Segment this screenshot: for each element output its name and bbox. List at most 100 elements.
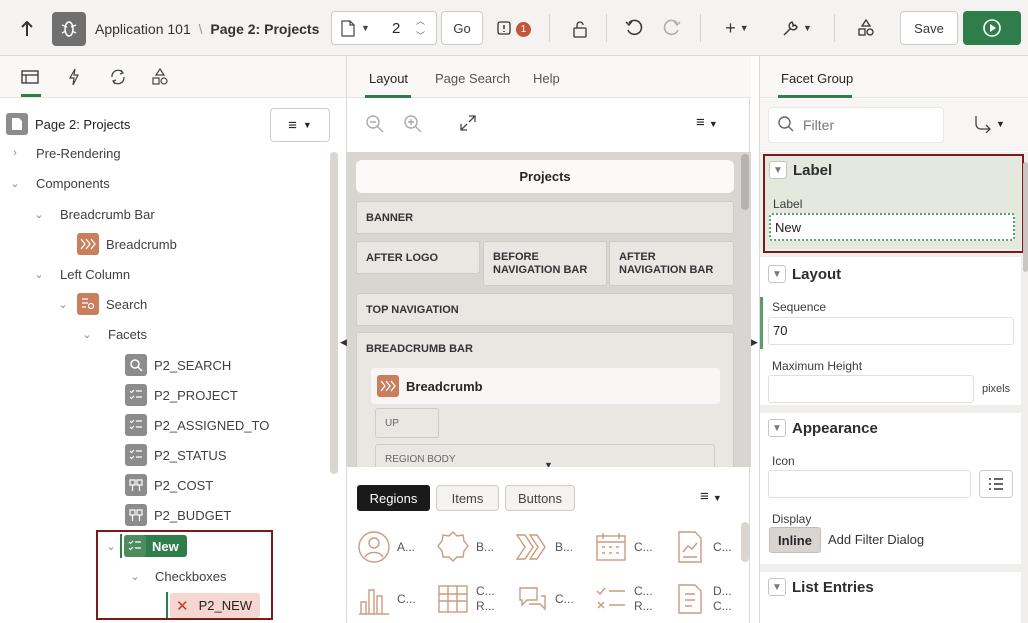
up-arrow-icon[interactable]: [14, 16, 40, 42]
tree-item-p2-budget[interactable]: P2_BUDGET: [125, 500, 231, 530]
expand-icon[interactable]: [460, 115, 476, 134]
save-button[interactable]: Save: [900, 11, 958, 45]
max-height-input[interactable]: [768, 375, 974, 403]
section-layout-header[interactable]: ▼ Layout: [768, 265, 841, 283]
canvas-scrollbar[interactable]: [741, 154, 749, 210]
chevron-down-icon[interactable]: ⌄: [80, 328, 94, 341]
zoom-out-icon[interactable]: [365, 114, 385, 137]
tree-node-new-group[interactable]: ⌄ New: [104, 531, 187, 561]
issues-button[interactable]: 1: [494, 16, 534, 42]
gallery-item-checklist[interactable]: C... R...: [594, 582, 653, 616]
chevron-down-icon[interactable]: ▼: [361, 23, 370, 33]
tree-node-breadcrumb[interactable]: Breadcrumb: [77, 229, 177, 259]
position-after-logo[interactable]: AFTER LOGO: [356, 241, 480, 274]
position-banner[interactable]: BANNER: [356, 201, 734, 234]
tree-node-left-column[interactable]: ⌄ Left Column: [32, 259, 130, 289]
icon-picker-button[interactable]: [979, 470, 1013, 498]
tree-node-facets[interactable]: ⌄ Facets: [80, 319, 147, 349]
redo-icon[interactable]: [660, 16, 684, 40]
undo-icon[interactable]: [622, 16, 646, 40]
create-menu-button[interactable]: + ▼: [720, 16, 754, 40]
position-after-nav[interactable]: AFTER NAVIGATION BAR: [609, 241, 734, 286]
rendering-icon[interactable]: [16, 66, 44, 88]
filter-input[interactable]: Filter: [768, 107, 944, 143]
zoom-in-icon[interactable]: [403, 114, 423, 137]
gallery-item-comments[interactable]: C...: [515, 582, 574, 616]
icon-input[interactable]: [768, 470, 971, 498]
section-appearance-header[interactable]: ▼ Appearance: [768, 419, 878, 437]
run-page-button[interactable]: [963, 11, 1021, 45]
tab-page-search[interactable]: Page Search: [435, 71, 510, 86]
tree-scrollbar[interactable]: [330, 152, 338, 474]
tab-layout[interactable]: Layout: [369, 71, 408, 86]
chevron-right-icon[interactable]: ›: [8, 147, 22, 159]
app-icon[interactable]: [52, 12, 86, 46]
page-title-box[interactable]: Projects: [356, 160, 734, 193]
tree-node-search[interactable]: ⌄ Search: [56, 289, 147, 319]
property-scrollbar[interactable]: [1023, 162, 1028, 272]
tree-item-p2-search[interactable]: P2_SEARCH: [125, 350, 231, 380]
collapse-left-icon[interactable]: ◀: [340, 337, 347, 348]
gallery-scrollbar[interactable]: [741, 522, 749, 562]
chevron-down-icon[interactable]: ▼: [768, 419, 786, 437]
tree-item-p2-assigned-to[interactable]: P2_ASSIGNED_TO: [125, 410, 269, 440]
scroll-down-icon[interactable]: ▼: [544, 460, 553, 467]
layout-menu-button[interactable]: ≡ ▼: [696, 114, 718, 131]
shared-components-icon[interactable]: [146, 66, 174, 88]
page-number-input[interactable]: 2: [392, 20, 400, 37]
breadcrumb-region[interactable]: Breadcrumb: [371, 368, 720, 404]
tree-node-pre-rendering[interactable]: › Pre-Rendering: [8, 138, 120, 168]
gallery-item-dynamic-content[interactable]: D... C...: [673, 582, 732, 616]
gallery-item-chart[interactable]: C...: [673, 530, 732, 564]
gallery-tab-regions[interactable]: Regions: [357, 485, 430, 511]
position-top-nav[interactable]: TOP NAVIGATION: [356, 293, 734, 326]
go-button[interactable]: Go: [441, 11, 483, 45]
tree-item-p2-new[interactable]: ✕ P2_NEW: [170, 593, 261, 618]
increment-icon[interactable]: ︿: [416, 14, 425, 27]
chevron-down-icon[interactable]: ▼: [768, 578, 786, 596]
gallery-item-avatar[interactable]: A...: [357, 530, 415, 564]
app-name-link[interactable]: Application 101: [95, 21, 191, 37]
tree-node-components[interactable]: ⌄ Components: [8, 168, 109, 198]
go-to-group-button[interactable]: [974, 115, 994, 136]
gallery-item-breadcrumb[interactable]: B...: [515, 530, 573, 564]
gallery-tab-buttons[interactable]: Buttons: [505, 485, 575, 511]
lock-icon[interactable]: [568, 17, 592, 41]
tree-item-p2-status[interactable]: P2_STATUS: [125, 440, 226, 470]
gallery-menu-button[interactable]: ≡ ▼: [700, 488, 722, 505]
chevron-down-icon[interactable]: ▼: [996, 119, 1005, 129]
tree-item-p2-project[interactable]: P2_PROJECT: [125, 380, 238, 410]
chevron-down-icon[interactable]: ⌄: [56, 298, 70, 311]
gallery-item-grid[interactable]: C... R...: [436, 582, 495, 616]
display-dialog-option[interactable]: Add Filter Dialog: [828, 532, 924, 547]
tab-facet-group[interactable]: Facet Group: [781, 71, 853, 86]
tab-help[interactable]: Help: [533, 71, 560, 86]
gallery-item-chart-bar[interactable]: C...: [357, 582, 416, 616]
sequence-input[interactable]: 70: [768, 317, 1014, 345]
gallery-item-calendar[interactable]: C...: [594, 530, 653, 564]
position-up[interactable]: UP: [375, 408, 439, 438]
chevron-down-icon[interactable]: ⌄: [32, 208, 46, 221]
tree-node-breadcrumb-bar[interactable]: ⌄ Breadcrumb Bar: [32, 199, 154, 229]
chevron-down-icon[interactable]: ⌄: [32, 268, 46, 281]
section-list-entries-header[interactable]: ▼ List Entries: [768, 578, 874, 596]
shared-components-icon[interactable]: [854, 16, 878, 40]
tree-node-checkboxes[interactable]: ⌄ Checkboxes: [128, 561, 226, 591]
utilities-menu-button[interactable]: ▼: [778, 16, 816, 40]
chevron-down-icon[interactable]: ⌄: [8, 177, 22, 190]
chevron-down-icon[interactable]: ⌄: [104, 540, 118, 553]
tree-root-page[interactable]: Page 2: Projects: [6, 109, 130, 139]
gallery-tab-items[interactable]: Items: [436, 485, 499, 511]
display-inline-option[interactable]: Inline: [769, 527, 821, 553]
processing-icon[interactable]: [104, 66, 132, 88]
tree-item-p2-cost[interactable]: P2_COST: [125, 470, 213, 500]
page-selector[interactable]: ▼ 2 ︿ ﹀: [331, 11, 437, 45]
chevron-down-icon[interactable]: ⌄: [128, 570, 142, 583]
position-before-nav[interactable]: BEFORE NAVIGATION BAR: [483, 241, 607, 286]
tree-menu-button[interactable]: ≡ ▼: [270, 108, 330, 142]
collapse-right-icon[interactable]: ▶: [751, 337, 758, 348]
gallery-item-badge[interactable]: B...: [436, 530, 494, 564]
decrement-icon[interactable]: ﹀: [416, 29, 425, 42]
dynamic-actions-icon[interactable]: [60, 66, 88, 88]
chevron-down-icon[interactable]: ▼: [768, 265, 786, 283]
